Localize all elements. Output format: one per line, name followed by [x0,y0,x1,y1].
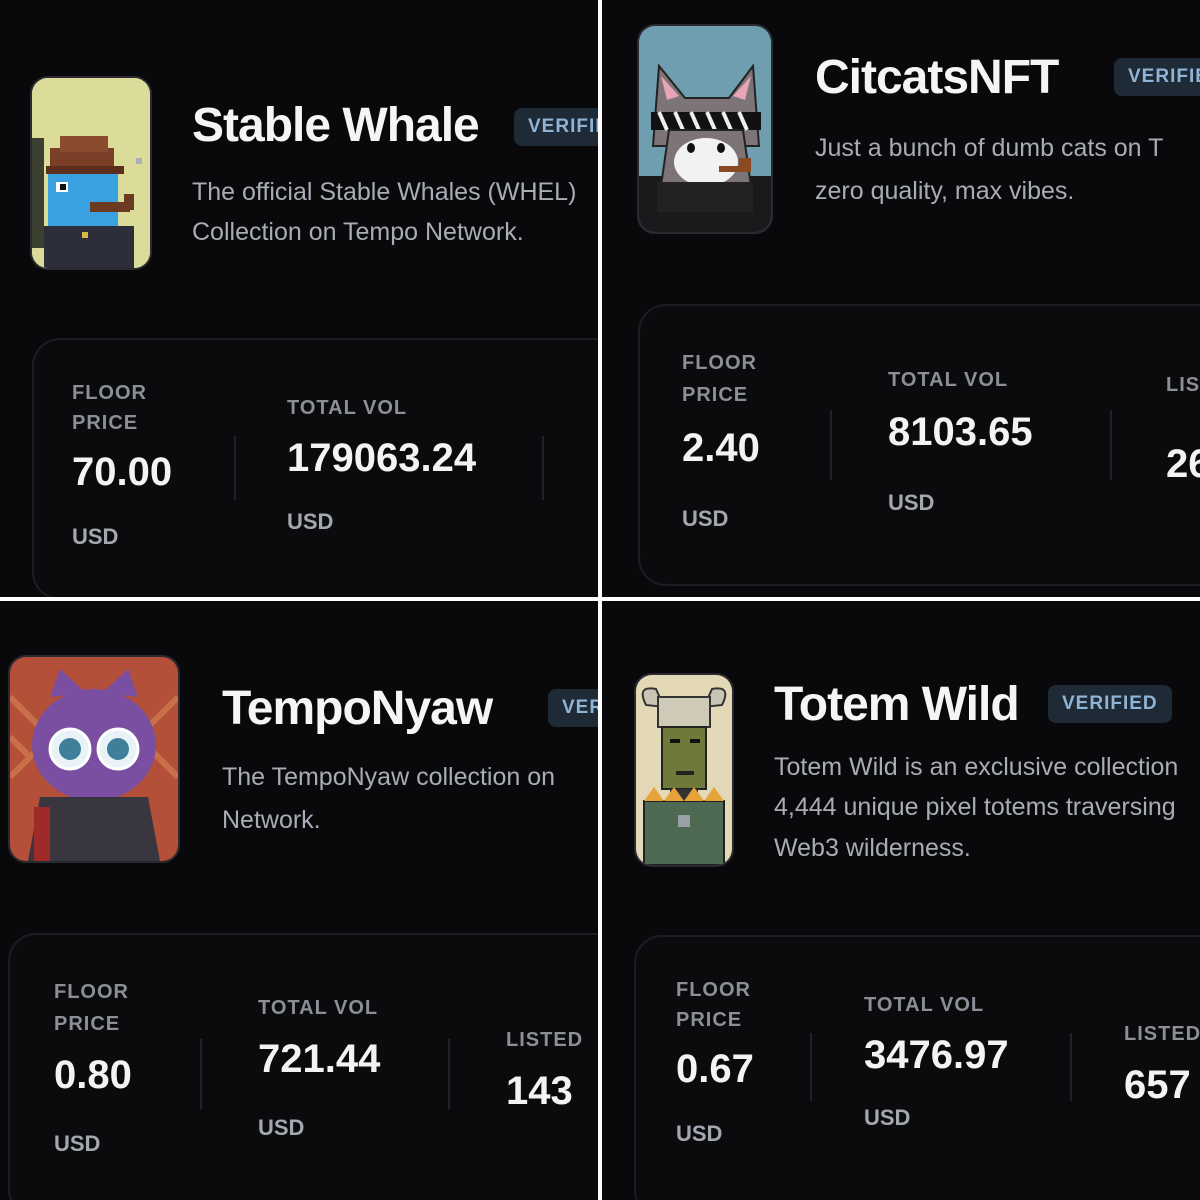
collection-title: CitcatsNFT [815,51,1059,104]
total-vol-label: TOTAL VOL [287,397,408,419]
floor-price-label-line-1: FLOOR [676,979,751,1001]
collection-title: Stable Whale [192,99,480,152]
stats-card: FLOOR PRICE 2.40 USD TOTAL VOL 8103.65 U… [638,304,1200,586]
floor-price-value: 2.40 [682,426,760,470]
floor-price-label-line-2: PRICE [72,412,139,434]
collection-description-line-3: Web3 wilderness. [774,834,971,862]
stat-divider [1110,410,1112,480]
collection-description-line-1: The official Stable Whales (WHEL) [192,178,577,206]
collection-description-line-2: zero quality, max vibes. [815,177,1075,205]
floor-price-unit: USD [54,1131,101,1156]
total-vol-value: 8103.65 [888,410,1033,454]
collection-panel-totem-wild: Totem Wild VERIFIED Totem Wild is an exc… [602,601,1200,1200]
collection-description-line-1: Just a bunch of dumb cats on T [815,134,1164,162]
collection-title: TempoNyaw [222,682,493,735]
stat-divider [1070,1033,1072,1101]
listed-label: LISTED [1124,1023,1200,1045]
cat-image [639,26,771,232]
stat-divider [234,436,236,500]
floor-price-label-line-1: FLOOR [72,382,147,404]
total-vol-unit: USD [864,1105,911,1130]
floor-price-label-line-1: FLOOR [54,981,129,1003]
total-vol-value: 3476.97 [864,1033,1009,1077]
floor-price-value: 0.67 [676,1047,754,1091]
stat-divider [448,1039,450,1109]
listed-label: LISTED [506,1029,584,1051]
floor-price-value: 70.00 [72,450,173,494]
total-vol-label: TOTAL VOL [888,369,1009,391]
verified-badge: VERIFIED [1048,685,1172,723]
floor-price-label-line-1: FLOOR [682,352,757,374]
collection-description-line-2: Network. [222,806,321,834]
total-vol-unit: USD [287,509,334,534]
stats-card: FLOOR PRICE 0.80 USD TOTAL VOL 721.44 US… [8,933,598,1200]
floor-price-value: 0.80 [54,1053,132,1097]
collection-panel-stable-whale: Stable Whale VERIFIED The official Stabl… [0,0,598,597]
collection-description-line-2: Collection on Tempo Network. [192,218,524,246]
collection-avatar[interactable] [634,673,734,867]
floor-price-unit: USD [676,1121,723,1146]
floor-price-label-line-2: PRICE [682,384,749,406]
verified-badge: VERIFIED [548,689,598,727]
verified-badge: VERIFIED [514,108,598,146]
total-vol-label: TOTAL VOL [258,997,379,1019]
stat-divider [200,1039,202,1109]
total-vol-unit: USD [888,490,935,515]
collection-panel-citcats: CitcatsNFT VERIFIED Just a bunch of dumb… [602,0,1200,597]
collection-avatar[interactable] [637,24,773,234]
listed-label: LISTED [1166,374,1200,396]
collection-description-line-1: The TempoNyaw collection on [222,763,556,791]
listed-value: 657 [1124,1063,1191,1107]
stat-divider [542,436,544,500]
nyaw-image [10,657,178,861]
stats-card: FLOOR PRICE 70.00 USD TOTAL VOL 179063.2… [32,338,598,597]
total-vol-label: TOTAL VOL [864,994,985,1016]
floor-price-unit: USD [682,506,729,531]
verified-badge: VERIFIED [1114,58,1200,96]
floor-price-label-line-2: PRICE [676,1009,743,1031]
totem-image [636,675,732,865]
floor-price-unit: USD [72,524,119,549]
stats-card: FLOOR PRICE 0.67 USD TOTAL VOL 3476.97 U… [634,935,1200,1200]
collection-avatar[interactable] [30,76,152,270]
stat-divider [830,410,832,480]
collection-description-line-1: Totem Wild is an exclusive collection [774,753,1179,781]
collection-panel-temponyaw: TempoNyaw VERIFIED The TempoNyaw collect… [0,601,598,1200]
total-vol-value: 721.44 [258,1037,381,1081]
floor-price-label-line-2: PRICE [54,1013,121,1035]
total-vol-unit: USD [258,1115,305,1140]
whale-image [32,78,150,268]
collection-avatar[interactable] [8,655,180,863]
collection-description-line-2: 4,444 unique pixel totems traversing [774,793,1176,821]
collection-title: Totem Wild [774,678,1020,731]
listed-value: 26 [1166,442,1200,486]
stat-divider [810,1033,812,1101]
total-vol-value: 179063.24 [287,436,477,480]
listed-value: 143 [506,1069,573,1113]
